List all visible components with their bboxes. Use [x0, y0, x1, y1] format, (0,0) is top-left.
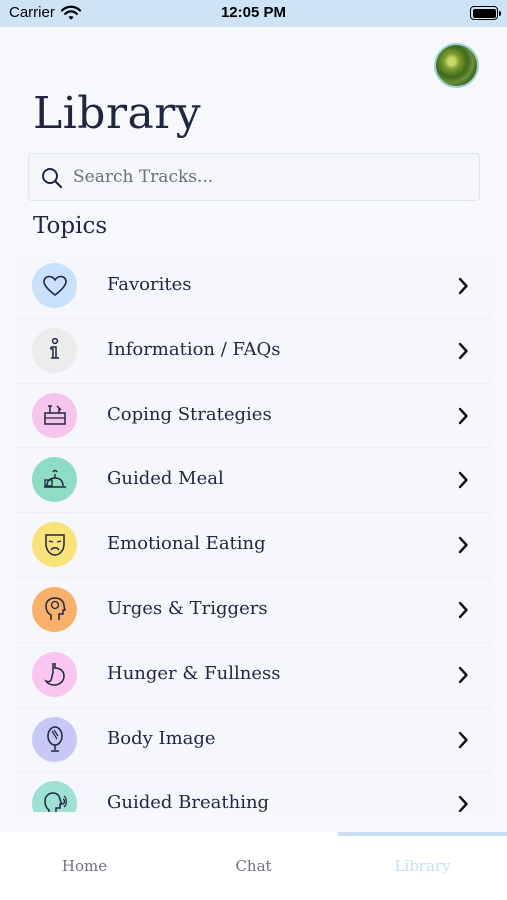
tab-chat[interactable]: Chat: [169, 832, 338, 900]
status-bar: Carrier 12:05 PM: [0, 0, 507, 27]
tab-bar: Home Chat Library: [0, 832, 507, 900]
chevron-right-icon: [457, 666, 469, 688]
chevron-right-icon: [457, 277, 469, 299]
list-item-label: Coping Strategies: [107, 403, 272, 425]
page-title: Library: [33, 88, 202, 139]
stomach-icon: [32, 651, 77, 697]
list-item-body-image[interactable]: Body Image: [15, 707, 493, 773]
list-item-hunger-fullness[interactable]: Hunger & Fullness: [15, 642, 493, 708]
list-item-label: Urges & Triggers: [107, 597, 268, 619]
meal-icon: [32, 457, 77, 503]
heart-icon: [32, 263, 77, 308]
list-item-guided-breathing[interactable]: Guided Breathing: [15, 772, 493, 812]
list-item-label: Guided Meal: [107, 468, 224, 490]
list-item-label: Favorites: [107, 274, 192, 295]
list-item-label: Guided Breathing: [107, 792, 270, 812]
list-item-label: Information / FAQs: [107, 338, 281, 360]
chevron-right-icon: [457, 795, 469, 812]
list-item-label: Emotional Eating: [107, 533, 266, 555]
breathing-head-icon: [32, 781, 77, 812]
list-item-emotional-eating[interactable]: Emotional Eating: [15, 513, 493, 578]
clock: 12:05 PM: [220, 4, 287, 21]
list-item-urges-triggers[interactable]: Urges & Triggers: [15, 577, 493, 643]
info-icon: [32, 327, 77, 373]
search-bar[interactable]: [28, 153, 480, 201]
chevron-right-icon: [457, 731, 469, 753]
search-icon: [41, 167, 63, 193]
chevron-right-icon: [457, 407, 469, 429]
list-item-information[interactable]: Information / FAQs: [15, 318, 493, 384]
search-input[interactable]: [73, 154, 473, 200]
head-brain-icon: [32, 586, 77, 632]
chevron-right-icon: [457, 471, 469, 493]
battery-icon: [470, 6, 501, 20]
list-item-favorites[interactable]: Favorites: [15, 254, 493, 319]
tab-home[interactable]: Home: [0, 832, 169, 900]
topics-list: Favorites Information / FAQs Coping Stra…: [15, 254, 493, 812]
topics-heading: Topics: [33, 213, 108, 239]
chevron-right-icon: [457, 601, 469, 623]
list-item-label: Hunger & Fullness: [107, 662, 281, 684]
chevron-right-icon: [457, 536, 469, 558]
tab-library[interactable]: Library: [338, 832, 507, 900]
mirror-icon: [32, 716, 77, 762]
avatar[interactable]: [434, 43, 479, 88]
list-item-label: Body Image: [107, 727, 216, 749]
list-item-coping-strategies[interactable]: Coping Strategies: [15, 383, 493, 449]
chevron-right-icon: [457, 342, 469, 364]
toolbox-icon: [32, 392, 77, 438]
sad-mask-icon: [32, 522, 77, 568]
list-item-guided-meal[interactable]: Guided Meal: [15, 448, 493, 514]
